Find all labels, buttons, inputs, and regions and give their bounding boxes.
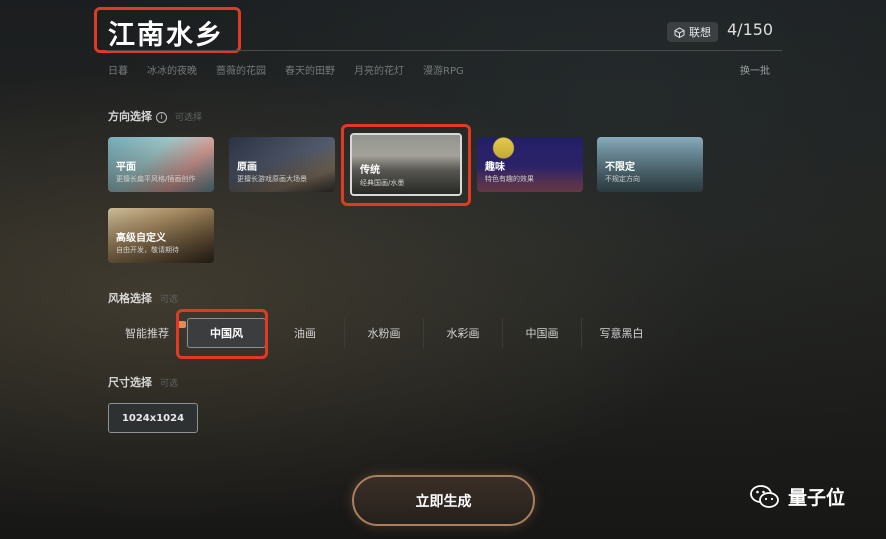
highlight-box-prompt	[94, 7, 241, 53]
suggestion-item[interactable]: 日暮	[108, 62, 128, 77]
direction-hint: 可选择	[175, 113, 203, 123]
generate-button[interactable]: 立即生成	[352, 475, 535, 526]
direction-label: 方向选择	[108, 110, 152, 123]
watermark: 量子位	[750, 483, 845, 510]
style-tab-label: 智能推荐	[125, 327, 169, 340]
suggestion-item[interactable]: 春天的田野	[285, 62, 335, 77]
direction-card-fun[interactable]: 趣味 特色有趣的效果	[477, 137, 583, 192]
suggestion-item[interactable]: 漫游RPG	[423, 62, 464, 77]
style-tab-oil[interactable]: 油画	[266, 318, 345, 348]
card-name: 平面	[116, 162, 136, 173]
style-tab-label: 水彩画	[446, 327, 480, 340]
suggestion-item[interactable]: 冰冰的夜晚	[147, 62, 197, 77]
direction-card-custom[interactable]: 高级自定义 自由开发，敬请期待	[108, 208, 214, 263]
highlight-box-style	[176, 309, 268, 359]
cube-icon	[674, 26, 685, 38]
style-label: 风格选择	[108, 292, 152, 305]
direction-card-unrestricted[interactable]: 不限定 不规定方向	[597, 137, 703, 192]
style-tab-label: 写意黑白	[599, 327, 644, 340]
style-hint: 可选	[160, 295, 179, 305]
card-name: 趣味	[485, 162, 505, 173]
wechat-icon	[750, 484, 779, 508]
char-counter: 4/150	[727, 20, 774, 39]
watermark-text: 量子位	[788, 487, 846, 509]
style-tab-gouache[interactable]: 水粉画	[345, 318, 424, 348]
card-desc: 自由开发，敬请期待	[116, 246, 179, 254]
prompt-divider	[106, 50, 782, 51]
card-desc: 更擅长扁平风格/插画创作	[116, 175, 196, 183]
size-section-label: 尺寸选择 可选	[108, 374, 178, 390]
card-name: 高级自定义	[116, 233, 166, 244]
style-tab-watercolor[interactable]: 水彩画	[424, 318, 503, 348]
suggestion-item[interactable]: 月亮的花灯	[354, 62, 404, 77]
style-tab-chinese-painting[interactable]: 中国画	[503, 318, 582, 348]
direction-card-flat[interactable]: 平面 更擅长扁平风格/插画创作	[108, 137, 214, 192]
size-hint: 可选	[160, 379, 179, 389]
suggestion-item[interactable]: 蔷薇的花园	[216, 62, 266, 77]
style-tab-label: 油画	[294, 327, 316, 340]
suggestion-list: 日暮 冰冰的夜晚 蔷薇的花园 春天的田野 月亮的花灯 漫游RPG	[108, 62, 464, 77]
direction-section-label: 方向选择 i 可选择	[108, 108, 202, 124]
associate-button[interactable]: 联想	[667, 22, 718, 42]
refresh-suggestions-button[interactable]: 换一批	[740, 62, 770, 77]
card-desc: 更擅长游戏原画大场景	[237, 175, 307, 183]
card-name: 原画	[237, 162, 257, 173]
size-option-button[interactable]: 1024x1024	[108, 403, 198, 433]
style-section-label: 风格选择 可选	[108, 290, 178, 306]
direction-card-concept-art[interactable]: 原画 更擅长游戏原画大场景	[229, 137, 335, 192]
card-desc: 不规定方向	[605, 175, 640, 183]
style-tab-ink-freehand[interactable]: 写意黑白	[582, 318, 661, 348]
highlight-box-traditional	[341, 124, 471, 206]
card-desc: 特色有趣的效果	[485, 175, 534, 183]
style-tab-label: 水粉画	[367, 327, 401, 340]
info-icon[interactable]: i	[156, 112, 167, 123]
card-name: 不限定	[605, 162, 635, 173]
associate-label: 联想	[689, 26, 711, 39]
style-tab-label: 中国画	[525, 327, 559, 340]
size-label: 尺寸选择	[108, 376, 152, 389]
